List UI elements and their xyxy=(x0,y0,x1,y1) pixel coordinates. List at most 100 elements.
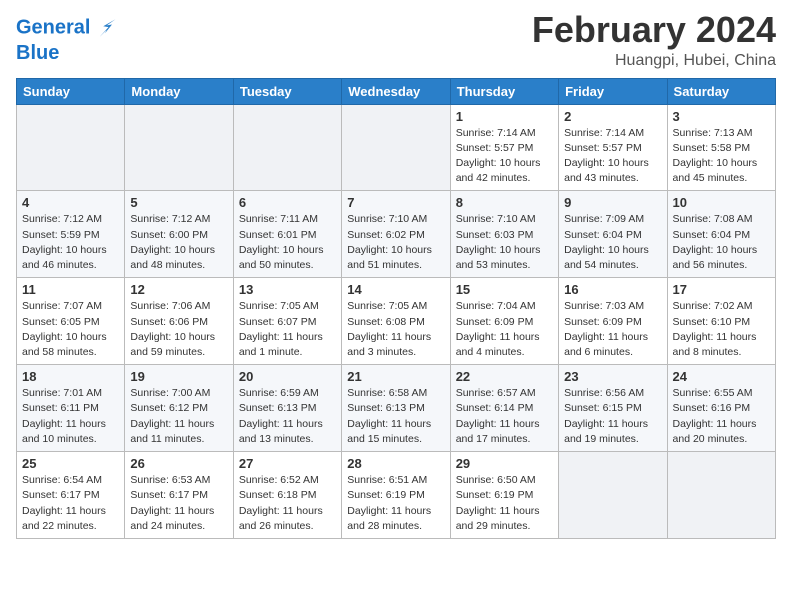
day-cell: 9 Sunrise: 7:09 AM Sunset: 6:04 PM Daylig… xyxy=(559,191,667,278)
page: General Blue February 2024 Huangpi, Hube… xyxy=(0,0,792,555)
day-info: Sunrise: 7:07 AM Sunset: 6:05 PM Dayligh… xyxy=(22,299,119,360)
day-number: 13 xyxy=(239,282,336,297)
day-cell: 27 Sunrise: 6:52 AM Sunset: 6:18 PM Dayli… xyxy=(233,452,341,539)
day-number: 16 xyxy=(564,282,661,297)
header-row: SundayMondayTuesdayWednesdayThursdayFrid… xyxy=(17,78,776,104)
day-number: 22 xyxy=(456,369,553,384)
day-cell: 12 Sunrise: 7:06 AM Sunset: 6:06 PM Dayli… xyxy=(125,278,233,365)
day-cell: 3 Sunrise: 7:13 AM Sunset: 5:58 PM Daylig… xyxy=(667,104,775,191)
week-row-1: 1 Sunrise: 7:14 AM Sunset: 5:57 PM Daylig… xyxy=(17,104,776,191)
day-cell: 18 Sunrise: 7:01 AM Sunset: 6:11 PM Dayli… xyxy=(17,365,125,452)
day-number: 29 xyxy=(456,456,553,471)
day-number: 28 xyxy=(347,456,444,471)
col-header-wednesday: Wednesday xyxy=(342,78,450,104)
logo: General Blue xyxy=(16,14,119,64)
day-number: 6 xyxy=(239,195,336,210)
day-number: 25 xyxy=(22,456,119,471)
day-number: 15 xyxy=(456,282,553,297)
week-row-4: 18 Sunrise: 7:01 AM Sunset: 6:11 PM Dayli… xyxy=(17,365,776,452)
day-cell: 7 Sunrise: 7:10 AM Sunset: 6:02 PM Daylig… xyxy=(342,191,450,278)
week-row-3: 11 Sunrise: 7:07 AM Sunset: 6:05 PM Dayli… xyxy=(17,278,776,365)
day-cell: 23Sunrise: 6:56 AM Sunset: 6:15 PM Dayli… xyxy=(559,365,667,452)
day-info: Sunrise: 6:54 AM Sunset: 6:17 PM Dayligh… xyxy=(22,473,119,534)
day-info: Sunrise: 7:14 AM Sunset: 5:57 PM Dayligh… xyxy=(456,126,553,187)
day-cell xyxy=(667,452,775,539)
col-header-thursday: Thursday xyxy=(450,78,558,104)
day-info: Sunrise: 7:05 AM Sunset: 6:07 PM Dayligh… xyxy=(239,299,336,360)
day-number: 27 xyxy=(239,456,336,471)
day-info: Sunrise: 6:53 AM Sunset: 6:17 PM Dayligh… xyxy=(130,473,227,534)
day-cell: 6 Sunrise: 7:11 AM Sunset: 6:01 PM Daylig… xyxy=(233,191,341,278)
day-info: Sunrise: 7:11 AM Sunset: 6:01 PM Dayligh… xyxy=(239,212,336,273)
logo-text: General Blue xyxy=(16,14,119,64)
day-info: Sunrise: 6:50 AM Sunset: 6:19 PM Dayligh… xyxy=(456,473,553,534)
day-number: 9 xyxy=(564,195,661,210)
title-block: February 2024 Huangpi, Hubei, China xyxy=(532,10,776,70)
day-cell: 8Sunrise: 7:10 AM Sunset: 6:03 PM Daylig… xyxy=(450,191,558,278)
logo-blue: Blue xyxy=(16,42,119,64)
logo-general: General xyxy=(16,16,90,38)
day-info: Sunrise: 7:05 AM Sunset: 6:08 PM Dayligh… xyxy=(347,299,444,360)
day-cell: 2Sunrise: 7:14 AM Sunset: 5:57 PM Daylig… xyxy=(559,104,667,191)
day-info: Sunrise: 7:00 AM Sunset: 6:12 PM Dayligh… xyxy=(130,386,227,447)
logo-bird-icon xyxy=(91,14,119,42)
day-number: 14 xyxy=(347,282,444,297)
header: General Blue February 2024 Huangpi, Hube… xyxy=(16,10,776,70)
day-info: Sunrise: 7:08 AM Sunset: 6:04 PM Dayligh… xyxy=(673,212,770,273)
day-cell: 14 Sunrise: 7:05 AM Sunset: 6:08 PM Dayli… xyxy=(342,278,450,365)
day-cell: 28Sunrise: 6:51 AM Sunset: 6:19 PM Dayli… xyxy=(342,452,450,539)
col-header-sunday: Sunday xyxy=(17,78,125,104)
day-number: 10 xyxy=(673,195,770,210)
day-cell: 15 Sunrise: 7:04 AM Sunset: 6:09 PM Dayli… xyxy=(450,278,558,365)
day-info: Sunrise: 6:56 AM Sunset: 6:15 PM Dayligh… xyxy=(564,386,661,447)
day-info: Sunrise: 7:13 AM Sunset: 5:58 PM Dayligh… xyxy=(673,126,770,187)
day-info: Sunrise: 7:09 AM Sunset: 6:04 PM Dayligh… xyxy=(564,212,661,273)
day-info: Sunrise: 7:04 AM Sunset: 6:09 PM Dayligh… xyxy=(456,299,553,360)
day-number: 11 xyxy=(22,282,119,297)
col-header-friday: Friday xyxy=(559,78,667,104)
day-cell xyxy=(125,104,233,191)
day-info: Sunrise: 7:06 AM Sunset: 6:06 PM Dayligh… xyxy=(130,299,227,360)
day-info: Sunrise: 7:01 AM Sunset: 6:11 PM Dayligh… xyxy=(22,386,119,447)
day-info: Sunrise: 7:03 AM Sunset: 6:09 PM Dayligh… xyxy=(564,299,661,360)
day-cell: 10 Sunrise: 7:08 AM Sunset: 6:04 PM Dayli… xyxy=(667,191,775,278)
day-number: 12 xyxy=(130,282,227,297)
day-info: Sunrise: 6:55 AM Sunset: 6:16 PM Dayligh… xyxy=(673,386,770,447)
day-info: Sunrise: 6:52 AM Sunset: 6:18 PM Dayligh… xyxy=(239,473,336,534)
day-cell: 13 Sunrise: 7:05 AM Sunset: 6:07 PM Dayli… xyxy=(233,278,341,365)
month-title: February 2024 xyxy=(532,10,776,50)
day-cell: 21Sunrise: 6:58 AM Sunset: 6:13 PM Dayli… xyxy=(342,365,450,452)
calendar-table: SundayMondayTuesdayWednesdayThursdayFrid… xyxy=(16,78,776,539)
day-number: 2 xyxy=(564,109,661,124)
day-info: Sunrise: 7:12 AM Sunset: 5:59 PM Dayligh… xyxy=(22,212,119,273)
day-number: 24 xyxy=(673,369,770,384)
day-number: 19 xyxy=(130,369,227,384)
col-header-saturday: Saturday xyxy=(667,78,775,104)
day-number: 8 xyxy=(456,195,553,210)
col-header-monday: Monday xyxy=(125,78,233,104)
day-number: 7 xyxy=(347,195,444,210)
day-number: 4 xyxy=(22,195,119,210)
day-info: Sunrise: 7:10 AM Sunset: 6:02 PM Dayligh… xyxy=(347,212,444,273)
day-cell xyxy=(17,104,125,191)
day-cell: 26 Sunrise: 6:53 AM Sunset: 6:17 PM Dayli… xyxy=(125,452,233,539)
day-info: Sunrise: 7:02 AM Sunset: 6:10 PM Dayligh… xyxy=(673,299,770,360)
location-title: Huangpi, Hubei, China xyxy=(532,52,776,70)
day-info: Sunrise: 6:59 AM Sunset: 6:13 PM Dayligh… xyxy=(239,386,336,447)
day-number: 26 xyxy=(130,456,227,471)
day-number: 3 xyxy=(673,109,770,124)
day-cell: 22Sunrise: 6:57 AM Sunset: 6:14 PM Dayli… xyxy=(450,365,558,452)
day-cell xyxy=(233,104,341,191)
day-cell xyxy=(559,452,667,539)
day-number: 18 xyxy=(22,369,119,384)
day-cell: 24 Sunrise: 6:55 AM Sunset: 6:16 PM Dayli… xyxy=(667,365,775,452)
day-number: 1 xyxy=(456,109,553,124)
day-cell: 5Sunrise: 7:12 AM Sunset: 6:00 PM Daylig… xyxy=(125,191,233,278)
day-cell xyxy=(342,104,450,191)
col-header-tuesday: Tuesday xyxy=(233,78,341,104)
week-row-5: 25 Sunrise: 6:54 AM Sunset: 6:17 PM Dayli… xyxy=(17,452,776,539)
day-cell: 1 Sunrise: 7:14 AM Sunset: 5:57 PM Daylig… xyxy=(450,104,558,191)
day-cell: 17Sunrise: 7:02 AM Sunset: 6:10 PM Dayli… xyxy=(667,278,775,365)
week-row-2: 4 Sunrise: 7:12 AM Sunset: 5:59 PM Daylig… xyxy=(17,191,776,278)
day-info: Sunrise: 6:58 AM Sunset: 6:13 PM Dayligh… xyxy=(347,386,444,447)
